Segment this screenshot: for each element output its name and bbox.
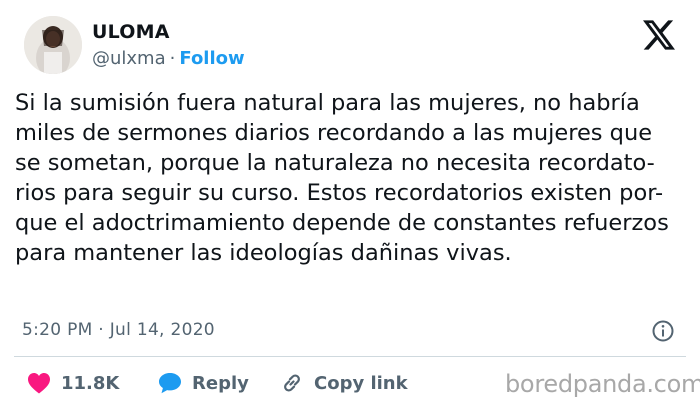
like-count: 11.8K [61,372,120,394]
heart-icon [28,373,50,394]
info-icon[interactable] [651,319,675,343]
avatar[interactable] [24,16,82,74]
tweet-timestamp[interactable]: 5:20 PM · Jul 14, 2020 [22,320,215,340]
reply-button[interactable]: Reply [158,366,249,400]
follow-button[interactable]: Follow [179,48,244,69]
copy-link-label: Copy link [314,372,408,394]
divider [14,356,686,357]
link-icon [284,374,300,392]
avatar-image [24,16,82,74]
like-button[interactable]: 11.8K [27,366,119,400]
reply-label: Reply [192,372,249,394]
separator-dot: · [169,48,176,69]
x-logo-icon[interactable] [643,20,675,50]
speech-bubble-icon [159,373,181,394]
watermark: boredpanda.com [505,370,700,398]
author-name[interactable]: ULOMA [92,21,170,43]
handle-row: @ulxma · Follow [92,48,245,69]
tweet-card: ULOMA @ulxma · Follow Si la sumisión fuera… [0,0,700,410]
tweet-text: Si la sumisión fuera natural para las mu… [15,90,669,266]
author-handle[interactable]: @ulxma [92,48,166,69]
copy-link-button[interactable]: Copy link [280,366,408,400]
